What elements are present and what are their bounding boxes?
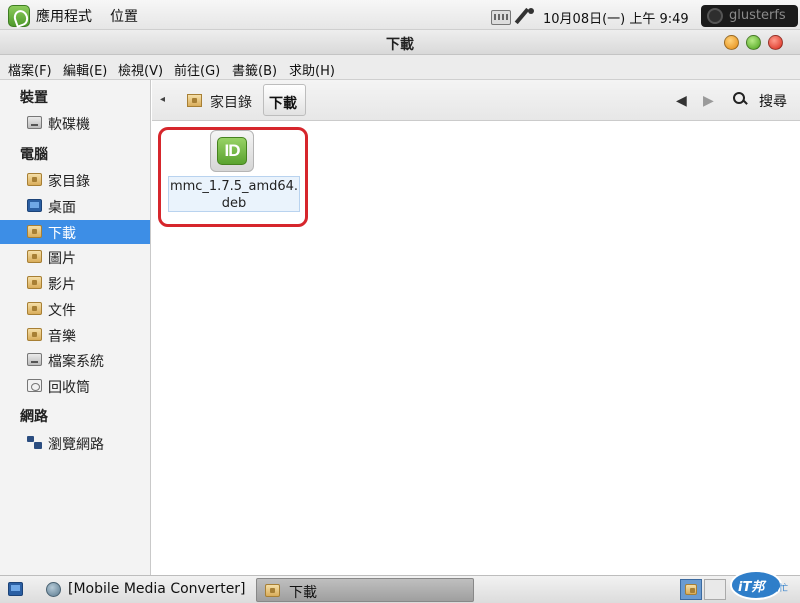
sidebar-item-label: 瀏覽網路 (48, 437, 104, 453)
watermark-text: iT邦 (738, 580, 765, 595)
taskbar-item-label: [Mobile Media Converter] (68, 581, 246, 597)
sidebar-item-label: 家目錄 (48, 174, 90, 190)
breadcrumb-home-label: 家目錄 (210, 95, 252, 111)
breadcrumb-home[interactable]: 家目錄 (177, 86, 252, 115)
volume-icon[interactable] (517, 7, 537, 25)
file-name-line1: mmc_1.7.5_amd64. (169, 179, 299, 194)
sidebar-item-home[interactable]: 家目錄 (0, 168, 150, 192)
distro-logo-icon[interactable] (8, 5, 30, 27)
sidebar-item-trash[interactable]: 回收筒 (0, 374, 150, 398)
top-panel: 應用程式 位置 10月08日(一) 上午 9:49 glusterfs (0, 0, 800, 30)
deb-package-icon-text: ID (224, 141, 241, 160)
user-menu[interactable]: glusterfs (701, 5, 798, 27)
workspace-2[interactable] (704, 579, 726, 600)
file-name-line2: deb (221, 196, 247, 211)
breadcrumb-scroll-left-icon[interactable]: ◂ (160, 94, 165, 105)
show-desktop-icon[interactable] (8, 582, 23, 596)
sidebar-item-label: 軟碟機 (48, 117, 90, 133)
home-folder-icon (187, 94, 202, 107)
sidebar: 裝置 軟碟機 電腦 家目錄 桌面 下載 圖片 影片 文件 音樂 檔案系統 回收筒… (0, 80, 151, 575)
file-name: mmc_1.7.5_amd64. deb (168, 176, 300, 212)
breadcrumb-current[interactable]: 下載 (263, 84, 306, 116)
sidebar-item-label: 音樂 (48, 329, 76, 345)
home-folder-icon (27, 173, 42, 186)
pictures-folder-icon (27, 250, 42, 263)
taskbar: [Mobile Media Converter] 下載 iT邦 幫忙 (0, 570, 800, 603)
watermark-subtext: 幫忙 (770, 584, 789, 594)
taskbar-item-mmc[interactable]: [Mobile Media Converter] (42, 578, 252, 602)
folder-icon (685, 584, 697, 595)
drive-icon (27, 116, 42, 129)
sidebar-item-label: 下載 (48, 226, 76, 242)
documents-folder-icon (27, 302, 42, 315)
music-folder-icon (27, 328, 42, 341)
menu-edit[interactable]: 編輯(E) (63, 60, 107, 79)
desktop-icon (27, 199, 42, 212)
sidebar-item-label: 影片 (48, 277, 76, 293)
window-titlebar[interactable]: 下載 (0, 30, 800, 55)
sidebar-item-label: 圖片 (48, 251, 76, 267)
minimize-button[interactable] (724, 35, 739, 50)
breadcrumb-current-label: 下載 (269, 96, 297, 112)
file-view[interactable]: ID mmc_1.7.5_amd64. deb (152, 121, 800, 575)
menu-view[interactable]: 檢視(V) (118, 60, 163, 79)
sidebar-item-label: 檔案系統 (48, 354, 104, 370)
sidebar-heading-computer: 電腦 (20, 147, 48, 163)
videos-folder-icon (27, 276, 42, 289)
close-button[interactable] (768, 35, 783, 50)
sidebar-item-music[interactable]: 音樂 (0, 323, 150, 347)
trash-icon (27, 379, 42, 392)
deb-package-badge: ID (217, 137, 247, 165)
menu-file[interactable]: 檔案(F) (8, 60, 52, 79)
sidebar-item-filesystem[interactable]: 檔案系統 (0, 348, 150, 372)
back-arrow-icon[interactable]: ◀ (676, 93, 687, 109)
sidebar-item-label: 桌面 (48, 200, 76, 216)
mmc-app-icon (46, 582, 61, 597)
menubar: 檔案(F) 編輯(E) 檢視(V) 前往(G) 書籤(B) 求助(H) (0, 55, 800, 80)
network-icon (27, 436, 42, 449)
download-folder-icon (27, 225, 42, 238)
sidebar-item-browse-network[interactable]: 瀏覽網路 (0, 431, 150, 455)
keyboard-icon[interactable] (491, 10, 511, 25)
search-button[interactable]: 搜尋 (759, 91, 787, 111)
sidebar-item-desktop[interactable]: 桌面 (0, 194, 150, 218)
sidebar-item-pictures[interactable]: 圖片 (0, 245, 150, 269)
search-icon[interactable] (733, 92, 747, 106)
forward-arrow-icon[interactable]: ▶ (703, 93, 714, 109)
menu-bookmarks[interactable]: 書籤(B) (232, 60, 277, 79)
taskbar-item-label: 下載 (289, 585, 317, 601)
sidebar-item-label: 文件 (48, 303, 76, 319)
deb-package-icon: ID (210, 130, 254, 172)
location-bar: ◂ 家目錄 下載 ◀ ▶ 搜尋 (152, 80, 800, 121)
folder-icon (265, 584, 280, 597)
user-icon (707, 8, 723, 24)
sidebar-item-videos[interactable]: 影片 (0, 271, 150, 295)
applications-menu[interactable]: 應用程式 (36, 6, 92, 26)
sidebar-item-floppy[interactable]: 軟碟機 (0, 111, 150, 135)
sidebar-heading-network: 網路 (20, 409, 48, 425)
sidebar-item-label: 回收筒 (48, 380, 90, 396)
workspace-1[interactable] (680, 579, 702, 600)
sidebar-item-documents[interactable]: 文件 (0, 297, 150, 321)
sidebar-item-downloads[interactable]: 下載 (0, 220, 150, 244)
filesystem-icon (27, 353, 42, 366)
watermark-logo: iT邦 幫忙 (730, 570, 798, 602)
maximize-button[interactable] (746, 35, 761, 50)
user-name: glusterfs (729, 8, 786, 23)
menu-go[interactable]: 前往(G) (174, 60, 220, 79)
file-item[interactable]: ID mmc_1.7.5_amd64. deb (166, 128, 300, 213)
menu-help[interactable]: 求助(H) (289, 60, 335, 79)
window-title: 下載 (386, 37, 414, 53)
taskbar-item-downloads[interactable]: 下載 (256, 578, 474, 602)
sidebar-heading-devices: 裝置 (20, 90, 48, 106)
places-menu[interactable]: 位置 (110, 6, 138, 26)
clock[interactable]: 10月08日(一) 上午 9:49 (543, 8, 689, 27)
